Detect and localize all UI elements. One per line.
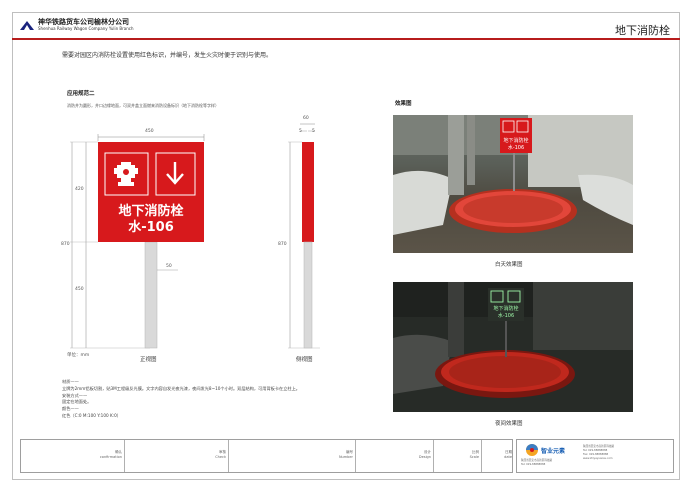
sign-text-name: 地下消防栓 xyxy=(118,204,184,219)
day-photo: 地下消防栓 水-106 xyxy=(393,115,633,253)
note-line: 安装方式—— xyxy=(62,392,88,398)
side-sign xyxy=(302,142,314,242)
note-line: 固定在地面处。 xyxy=(62,399,92,405)
caption-front-view: 正视图 xyxy=(140,357,157,363)
brand-address-right: 陕西省西安市高新区科技路 Tel: 029-88888888 Fax: 029-… xyxy=(583,445,615,460)
unit-label: 单位：mm xyxy=(67,353,90,358)
footer-cell-number: 编号 Number xyxy=(229,440,356,472)
brand-logo-icon xyxy=(526,444,538,456)
footer-cell-date: 日期 date xyxy=(504,450,512,459)
day-sign-line1: 地下消防栓 xyxy=(503,137,528,144)
night-sign-line2: 水-106 xyxy=(498,312,514,319)
note-line: 颜色—— xyxy=(62,406,79,412)
caption-night: 夜间效果图 xyxy=(495,421,523,427)
title-block: 确认 confirmation 审核 Check 编号 Number 设计 Design… xyxy=(20,439,513,473)
dim-side-a: 5 xyxy=(299,129,302,134)
dim-width: 450 xyxy=(145,129,154,134)
brand-address-left: 陕西省西安市高新区科技路 Tel: 029-88888888 xyxy=(521,459,553,466)
dim-side-height: 870 xyxy=(278,242,287,247)
fire-hydrant-icon xyxy=(114,162,138,186)
footer-cell-check: 审核 Check xyxy=(125,440,229,472)
effect-title: 效果图 xyxy=(395,101,412,107)
brand-block: 智业元素 陕西省西安市高新区科技路 Tel: 029-88888888 陕西省西… xyxy=(516,439,674,473)
footer-cell-design: 设计 Design xyxy=(356,440,434,472)
night-photo: 地下消防栓 水-106 xyxy=(393,282,633,412)
footer-cell-scale: 比例 Scale xyxy=(434,440,482,472)
notes-block: 材质—— 立牌为2mm铝板切割，贴3M工程级反光膜。文字内容自发光夜光漆，夜间发… xyxy=(62,379,300,420)
dim-pole: 50 xyxy=(166,264,172,269)
night-sign-line1: 地下消防栓 xyxy=(493,305,518,312)
dim-top-height: 420 xyxy=(75,187,84,192)
sign-text-number: 水-106 xyxy=(128,220,174,235)
down-arrow-icon xyxy=(166,162,184,185)
day-sign-line2: 水-106 xyxy=(508,144,524,151)
dim-bottom-height: 450 xyxy=(75,287,84,292)
note-line: 红色（C:0 M:100 Y:100 K:0） xyxy=(62,412,121,418)
dim-side-total: 60 xyxy=(303,116,309,121)
dim-side-b: 5 xyxy=(312,129,315,134)
dim-total-height: 870 xyxy=(61,242,70,247)
caption-day: 白天效果图 xyxy=(495,262,523,268)
note-line: 材质—— xyxy=(62,379,79,384)
footer-cell-confirm: 确认 confirmation xyxy=(21,440,125,472)
brand-name: 智业元素 xyxy=(541,448,566,455)
caption-side-view: 侧视图 xyxy=(296,357,313,363)
note-line: 立牌为2mm铝板切割，贴3M工程级反光膜。文字内容自发光夜光漆，夜间发光8~10… xyxy=(62,385,300,391)
